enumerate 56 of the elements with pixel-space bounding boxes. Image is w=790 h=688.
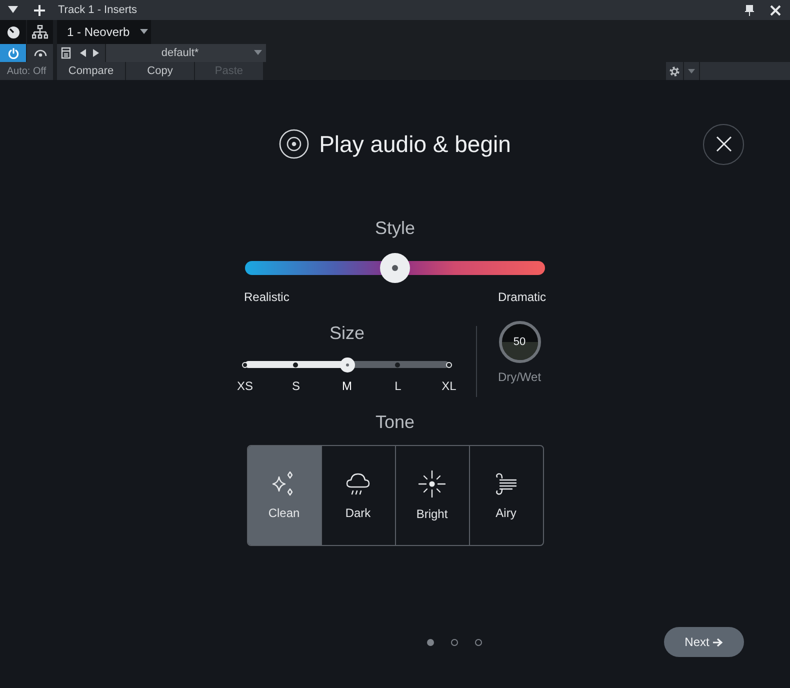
slider-thumb[interactable] [380, 253, 410, 283]
step-label: XL [442, 378, 456, 395]
toolbar-button[interactable]: Compare [57, 62, 126, 80]
step-label: L [394, 378, 402, 395]
pin-icon[interactable] [745, 4, 754, 16]
tone-option[interactable]: Clean [248, 446, 320, 545]
power-icon [8, 48, 18, 58]
close-icon [716, 136, 732, 152]
step-label: XS [236, 378, 253, 395]
slider-max-label: Dramatic [498, 289, 546, 306]
heading: Play audio & begin [319, 130, 511, 159]
page-indicator[interactable] [426, 638, 434, 646]
section-label: Style [374, 217, 416, 240]
text-field[interactable] [700, 62, 790, 80]
close-button[interactable] [703, 124, 744, 164]
tone-option[interactable]: Airy [468, 446, 542, 545]
automation-button[interactable]: Auto: Off [0, 62, 53, 80]
slider-thumb[interactable] [340, 357, 354, 372]
knob-button[interactable] [0, 20, 26, 44]
caret-icon[interactable] [8, 6, 18, 14]
preset-dropdown[interactable]: default* [105, 44, 266, 62]
routing-button[interactable] [27, 20, 53, 44]
tone-option[interactable]: Bright [394, 446, 468, 545]
plus-icon[interactable] [34, 4, 45, 16]
arrow-right-icon [713, 638, 724, 646]
page-indicator[interactable] [474, 638, 482, 646]
style-slider[interactable] [245, 253, 545, 283]
next-icon[interactable] [93, 49, 99, 57]
section-label: Size [329, 322, 364, 345]
toolbar-button[interactable]: Copy [126, 62, 195, 80]
gauge-icon [34, 49, 46, 57]
window-title: Track 1 - Inserts [58, 2, 138, 18]
next-button[interactable]: Next [664, 627, 744, 657]
settings-button[interactable] [666, 62, 683, 80]
insert-tab[interactable]: 1 - Neoverb [57, 20, 151, 44]
settings-icon [669, 66, 680, 76]
close-icon[interactable] [770, 4, 781, 16]
bypass-button[interactable] [27, 44, 53, 62]
slider-min-label: Realistic [244, 289, 290, 306]
dropdown-caret-icon [688, 68, 695, 74]
tone-option[interactable]: Dark [320, 446, 394, 545]
knob-label: Dry/Wet [498, 369, 542, 386]
section-label: Tone [375, 411, 415, 434]
knob-value: 50 [513, 334, 526, 350]
page-indicator[interactable] [450, 638, 458, 646]
step-label: M [342, 378, 352, 395]
sun-icon [417, 468, 447, 498]
dry-wet-knob[interactable]: 50 [498, 321, 540, 363]
previous-icon[interactable] [80, 49, 86, 57]
knob-icon [6, 26, 20, 38]
document-icon[interactable] [61, 47, 71, 59]
target-icon [279, 129, 310, 159]
dropdown-caret-icon [140, 29, 148, 35]
dropdown-caret-icon [254, 50, 262, 56]
step-label: S [292, 378, 300, 395]
hierarchy-icon [32, 25, 48, 39]
